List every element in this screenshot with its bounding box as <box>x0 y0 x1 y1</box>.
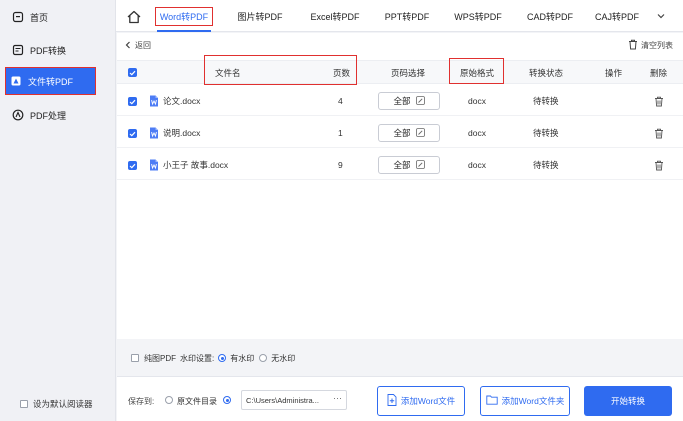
edit-icon <box>415 159 425 171</box>
watermark-settings: 纯图PDF 水印设置: 有水印 无水印 <box>117 345 683 371</box>
table-row[interactable]: 论文.docx 4 全部 docx 待转换 <box>117 86 683 116</box>
with-watermark-radio[interactable] <box>218 354 227 362</box>
default-reader-option[interactable]: 设为默认阅读器 <box>20 398 93 410</box>
edit-icon <box>415 127 425 139</box>
sidebar: 首页 PDF转换 文件转PDF PDF处理 设为默认阅读器 <box>0 0 116 421</box>
tab-wps-to-pdf[interactable]: WPS转PDF <box>446 0 510 32</box>
save-path-input[interactable]: C:\Users\Administra... ··· <box>241 390 347 410</box>
edit-icon <box>415 95 425 107</box>
original-format: docx <box>468 128 486 138</box>
trash-icon <box>628 39 638 52</box>
pdf-convert-icon <box>12 44 24 56</box>
column-page-select: 页码选择 <box>391 68 426 78</box>
with-watermark-label: 有水印 <box>230 353 255 363</box>
delete-icon[interactable] <box>654 118 664 148</box>
sidebar-item-label: PDF转换 <box>30 45 67 56</box>
watermark-setting-label: 水印设置: <box>180 353 215 363</box>
back-button[interactable]: 返回 <box>125 40 151 51</box>
sidebar-item-label: 文件转PDF <box>28 76 74 87</box>
tab-image-to-pdf[interactable]: 图片转PDF <box>228 0 292 32</box>
browse-more-button[interactable]: ··· <box>333 393 342 403</box>
start-convert-button[interactable]: 开始转换 <box>584 386 672 416</box>
select-all-checkbox[interactable] <box>128 68 137 77</box>
custom-dir-radio[interactable] <box>223 396 231 404</box>
sidebar-item-pdf-convert[interactable]: PDF转换 <box>8 39 110 61</box>
table-row[interactable]: 说明.docx 1 全部 docx 待转换 <box>117 118 683 148</box>
highlight-box-filename-pages <box>204 55 357 85</box>
conversion-status: 待转换 <box>533 160 559 170</box>
page-count: 1 <box>338 128 343 138</box>
word-file-icon <box>149 95 159 107</box>
pure-image-pdf-checkbox[interactable] <box>131 354 139 362</box>
word-file-icon <box>149 159 159 171</box>
top-tab-bar: Word转PDF 图片转PDF Excel转PDF PPT转PDF WPS转PD… <box>116 0 683 32</box>
column-status: 转换状态 <box>529 68 564 78</box>
file-name: 小王子 故事.docx <box>149 150 228 180</box>
chevron-left-icon <box>125 41 131 51</box>
without-watermark-radio[interactable] <box>259 354 268 362</box>
pure-image-pdf-label: 纯图PDF <box>144 353 176 363</box>
default-reader-checkbox[interactable] <box>20 400 28 408</box>
sidebar-item-label: 首页 <box>30 12 49 23</box>
column-delete: 删除 <box>650 68 668 78</box>
add-file-icon <box>387 394 397 408</box>
file-name: 说明.docx <box>149 118 200 148</box>
conversion-status: 待转换 <box>533 96 559 106</box>
table-header: 文件名 页数 页码选择 原始格式 转换状态 操作 删除 <box>117 60 683 84</box>
column-action: 操作 <box>605 68 623 78</box>
row-checkbox[interactable] <box>128 161 137 170</box>
bottom-action-bar: 保存到: 原文件目录 C:\Users\Administra... ··· 添加… <box>117 376 683 421</box>
page-count: 4 <box>338 96 343 106</box>
page-range-button[interactable]: 全部 <box>378 124 440 142</box>
page-range-button[interactable]: 全部 <box>378 156 440 174</box>
file-list-panel: 返回 清空列表 文件名 页数 页码选择 原始格式 转换状态 操作 删除 论文.d… <box>117 33 683 339</box>
page-range-button[interactable]: 全部 <box>378 92 440 110</box>
tab-word-to-pdf[interactable]: Word转PDF <box>149 0 219 32</box>
conversion-status: 待转换 <box>533 128 559 138</box>
tab-ppt-to-pdf[interactable]: PPT转PDF <box>376 0 438 32</box>
word-file-icon <box>149 127 159 139</box>
sidebar-item-pdf-process[interactable]: PDF处理 <box>8 104 110 126</box>
row-checkbox[interactable] <box>128 97 137 106</box>
save-to-label: 保存到: <box>128 397 155 406</box>
file-name: 论文.docx <box>149 86 200 116</box>
home-icon <box>12 11 24 23</box>
tab-cad-to-pdf[interactable]: CAD转PDF <box>518 0 582 32</box>
original-dir-label: 原文件目录 <box>177 397 217 406</box>
sidebar-item-label: PDF处理 <box>30 110 67 121</box>
file-to-pdf-icon <box>10 75 22 87</box>
without-watermark-label: 无水印 <box>271 353 296 363</box>
row-checkbox[interactable] <box>128 129 137 138</box>
page-count: 9 <box>338 160 343 170</box>
tab-caj-to-pdf[interactable]: CAJ转PDF <box>586 0 648 32</box>
delete-icon[interactable] <box>654 150 664 180</box>
sidebar-item-file-to-pdf[interactable]: 文件转PDF <box>5 67 96 95</box>
folder-icon <box>486 395 498 407</box>
chevron-down-icon[interactable] <box>655 10 667 22</box>
delete-icon[interactable] <box>654 86 664 116</box>
default-reader-label: 设为默认阅读器 <box>33 399 93 409</box>
original-format: docx <box>468 160 486 170</box>
table-row[interactable]: 小王子 故事.docx 9 全部 docx 待转换 <box>117 150 683 180</box>
pdf-process-icon <box>12 109 24 121</box>
sidebar-item-home[interactable]: 首页 <box>8 6 110 28</box>
add-word-folder-button[interactable]: 添加Word文件夹 <box>480 386 570 416</box>
original-format: docx <box>468 96 486 106</box>
active-tab-underline <box>157 30 211 32</box>
original-dir-radio[interactable] <box>165 396 173 404</box>
tab-excel-to-pdf[interactable]: Excel转PDF <box>302 0 368 32</box>
home-icon[interactable] <box>126 9 142 25</box>
add-word-file-button[interactable]: 添加Word文件 <box>377 386 465 416</box>
clear-list-button[interactable]: 清空列表 <box>628 39 673 52</box>
highlight-box-format <box>449 58 504 84</box>
